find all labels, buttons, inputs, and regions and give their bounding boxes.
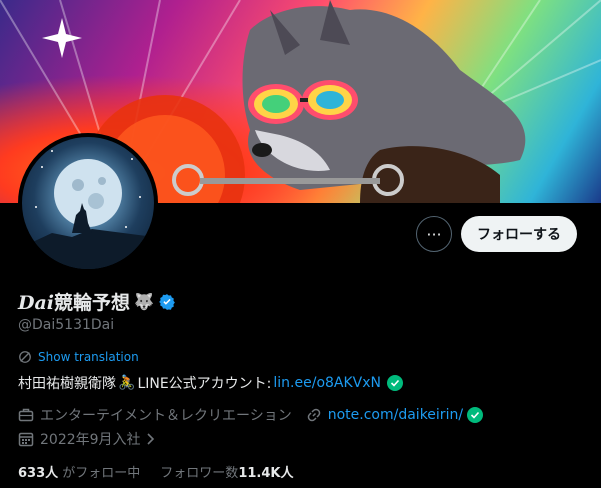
followers-count: 11.4K人 <box>238 466 294 481</box>
profile-meta-row: エンターテイメント＆レクリエーション note.com/daikeirin/ <box>18 405 484 425</box>
more-icon: ··· <box>426 224 442 244</box>
bio-line-text: LINE公式アカウント: <box>137 376 272 392</box>
display-name-prefix: Dai <box>18 292 55 314</box>
calendar-icon <box>18 431 34 447</box>
profile-category: エンターテイメント＆レクリエーション <box>40 408 292 424</box>
following-count: 633人 <box>18 466 59 481</box>
follow-button-label: フォローする <box>477 227 561 243</box>
display-name: Dai競輪予想 <box>18 288 130 315</box>
profile-website-link[interactable]: note.com/daikeirin/ <box>328 407 463 423</box>
translate-icon <box>18 350 32 364</box>
more-options-button[interactable]: ··· <box>416 216 452 252</box>
avatar-moon-wolf <box>22 150 154 269</box>
profile-joined-date: 2022年9月入社 <box>40 432 141 448</box>
following-link[interactable]: 633人 がフォロー中 <box>18 462 140 481</box>
follow-button[interactable]: フォローする <box>461 216 577 252</box>
briefcase-icon <box>18 407 34 423</box>
bio-line-link[interactable]: lin.ee/o8AKVxN <box>273 375 381 391</box>
profile-handle: @Dai5131Dai <box>18 317 115 333</box>
profile-stats: 633人 がフォロー中 フォロワー数11.4K人 <box>18 462 293 481</box>
display-name-rest: 競輪予想 <box>54 292 131 314</box>
followers-label: フォロワー数 <box>160 466 239 481</box>
show-translation-link[interactable]: Show translation <box>18 350 139 364</box>
show-translation-label: Show translation <box>38 350 139 364</box>
profile-avatar[interactable] <box>18 133 158 273</box>
link-icon <box>306 407 322 423</box>
verified-badge-icon[interactable] <box>158 293 176 311</box>
wolf-emoji: 🐺 <box>134 292 154 311</box>
check-mark-icon <box>387 375 404 391</box>
website-check-icon <box>467 407 484 423</box>
profile-bio: 村田祐樹親衛隊 🚴 LINE公式アカウント: lin.ee/o8AKVxN <box>18 373 404 393</box>
profile-joined-row[interactable]: 2022年9月入社 <box>18 429 155 449</box>
chevron-right-icon <box>145 433 155 445</box>
bio-text: 村田祐樹親衛隊 <box>18 376 116 392</box>
cyclist-emoji: 🚴 <box>118 375 136 391</box>
followers-link[interactable]: フォロワー数11.4K人 <box>160 462 293 481</box>
display-name-row: Dai競輪予想 🐺 <box>18 288 176 315</box>
following-label: がフォロー中 <box>62 466 141 481</box>
